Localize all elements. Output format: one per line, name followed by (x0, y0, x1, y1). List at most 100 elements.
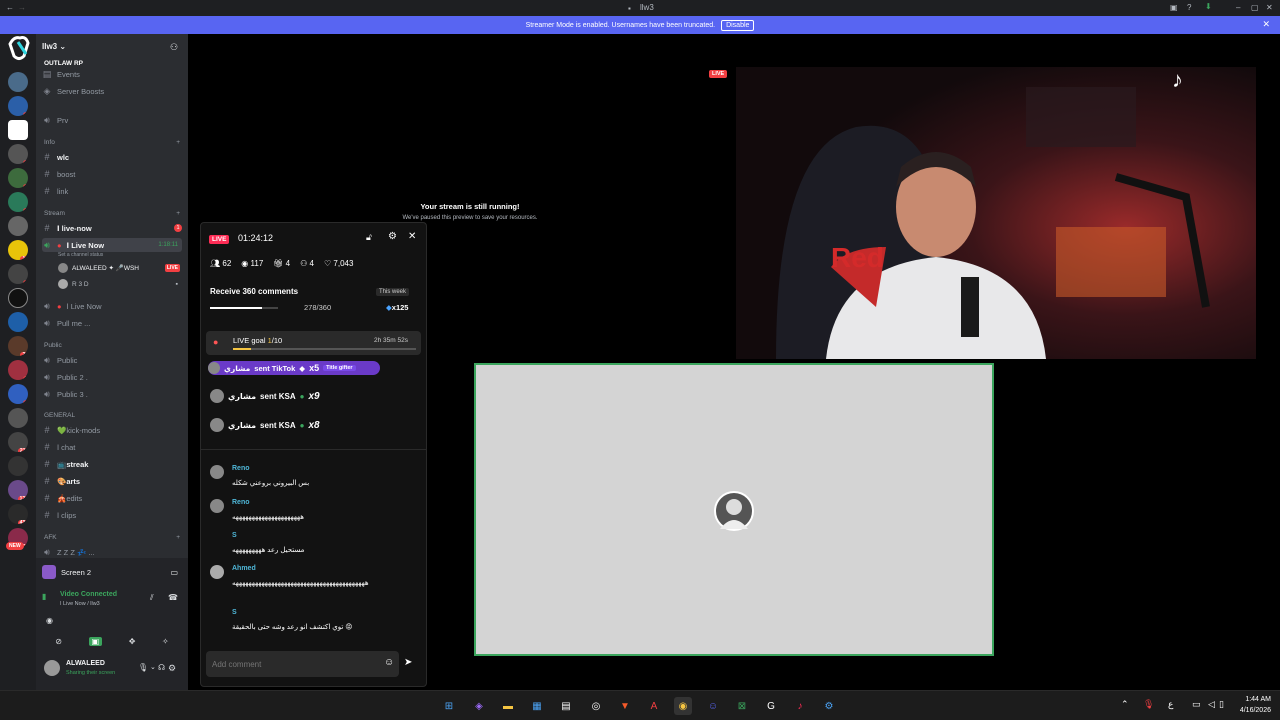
chevron-down-icon[interactable]: ⌄ (150, 663, 156, 671)
server-icon-16[interactable]: 211 (8, 432, 28, 452)
channel-public-3[interactable]: 🔊︎ Public 3 . (42, 387, 182, 401)
settings-icon[interactable]: ⚙ (388, 231, 397, 242)
minimize-button[interactable]: – (1236, 3, 1240, 12)
discord-icon[interactable]: ☺ (704, 697, 722, 715)
tiktok-icon[interactable]: ♪ (791, 697, 809, 715)
network-icon[interactable]: ▭ (1192, 699, 1201, 710)
clock[interactable]: 1:44 AM 4/16/2026 (1231, 694, 1271, 716)
events-item[interactable]: ▤ Events (42, 67, 182, 81)
category-afk[interactable]: AFK + (44, 534, 180, 541)
server-icon-1[interactable] (8, 72, 28, 92)
comment-user[interactable]: Reno (232, 465, 250, 472)
server-boosts-item[interactable]: ◈ Server Boosts (42, 84, 182, 98)
acrobat-icon[interactable]: A (645, 697, 663, 715)
comment-user[interactable]: S (232, 532, 237, 539)
channel-public[interactable]: 🔊︎ Public (42, 353, 182, 367)
comment-input-box[interactable]: ☺ (206, 651, 399, 677)
server-icon-6[interactable]: 3 (8, 192, 28, 212)
brave-icon[interactable]: ▼ (616, 697, 634, 715)
close-icon[interactable]: ✕ (408, 231, 416, 242)
server-logo[interactable] (4, 34, 34, 64)
channel-pull-me[interactable]: 🔊︎ Pull me ... (42, 316, 182, 330)
channel-link[interactable]: # link (42, 184, 182, 198)
channel-zzz[interactable]: 🔊︎ Z Z Z 💤 ... (42, 545, 182, 559)
channel-arts[interactable]: # 🎨arts (42, 474, 182, 488)
send-icon[interactable]: ➤ (404, 657, 412, 668)
download-icon[interactable]: ⬇ (1205, 2, 1212, 11)
voice-user-2[interactable]: R 3 D ▪ (58, 278, 182, 290)
server-icon-18[interactable]: 128 (8, 480, 28, 500)
battery-icon[interactable]: ▯ (1219, 699, 1224, 710)
channel-streak[interactable]: # 📺streak (42, 457, 182, 471)
channel-clips[interactable]: # ا clips (42, 508, 182, 522)
channel-live-now-2[interactable]: 🔊︎ ● ا Live Now (42, 299, 182, 313)
language-icon[interactable]: ع (1168, 699, 1173, 710)
channel-boost[interactable]: # boost (42, 167, 182, 181)
server-icon-5[interactable]: 3 (8, 168, 28, 188)
channel-live-now-text[interactable]: # ا live-now 1 (42, 221, 182, 235)
category-info[interactable]: Info + (44, 139, 180, 146)
comment-user[interactable]: Ahmed (232, 565, 256, 572)
channel-chat[interactable]: # ا chat (42, 440, 182, 454)
voice-user-1[interactable]: ALWALEED ✦ 🎤WSH LIVE (58, 262, 182, 274)
channel-prv[interactable]: 🔊︎ Prv (42, 113, 182, 127)
comment-input[interactable] (212, 656, 372, 672)
server-icon-2[interactable]: 1 (8, 96, 28, 116)
back-icon[interactable]: ← (6, 3, 14, 12)
lock-icon[interactable]: 🔓︎ (366, 232, 372, 243)
close-window-button[interactable]: ✕ (1266, 3, 1273, 12)
screen-share-icon[interactable]: ▭ (170, 568, 178, 577)
server-icon-12[interactable]: 28 (8, 336, 28, 356)
store-icon[interactable]: ▦ (528, 697, 546, 715)
help-icon[interactable]: ? (1187, 3, 1191, 12)
soundboard-icon[interactable]: ✧ (162, 637, 169, 646)
calculator-icon[interactable]: ▤ (557, 697, 575, 715)
invite-people-icon[interactable]: ⚇ (170, 42, 178, 53)
app-icon[interactable]: ◎ (587, 697, 605, 715)
server-icon-13[interactable]: 5 (8, 360, 28, 380)
server-icon-19[interactable]: 436 (8, 504, 28, 524)
maximize-button[interactable]: ▢ (1251, 3, 1259, 12)
xbox-icon[interactable]: ⊠ (733, 697, 751, 715)
gear-icon[interactable]: ⚙ (168, 663, 176, 674)
server-icon-9[interactable]: 4 (8, 264, 28, 284)
channel-kick-mods[interactable]: # 💚kick-mods (42, 423, 182, 437)
camera-off-icon[interactable]: ⊘ (55, 637, 62, 646)
category-general[interactable]: GENERAL (44, 412, 180, 419)
forward-icon[interactable]: → (18, 3, 26, 12)
screen-share-panel[interactable]: Screen 2 ▭ (42, 563, 182, 581)
server-icon-14[interactable]: 1 (8, 384, 28, 404)
live-goal-card[interactable]: ● LIVE goal 1/10 2h 35m 52s (206, 331, 421, 355)
mic-icon[interactable]: 🎙︎ (138, 663, 148, 672)
screen-share-active-icon[interactable]: ▣ (88, 636, 103, 646)
channel-edits[interactable]: # 🎪edits (42, 491, 182, 505)
webcam-feed[interactable]: Red ♪ (736, 67, 1256, 359)
file-explorer-icon[interactable]: ▬ (499, 697, 517, 715)
server-icon-11[interactable] (8, 312, 28, 332)
disconnect-icon[interactable]: ☎ (168, 593, 178, 602)
comment-user[interactable]: S (232, 609, 237, 616)
noise-suppression-icon[interactable]: ⫽ (150, 593, 154, 603)
steam-icon[interactable]: ⚙ (820, 697, 838, 715)
server-icon-4[interactable]: 3 (8, 144, 28, 164)
category-stream[interactable]: Stream + (44, 210, 180, 217)
server-icon-7[interactable] (8, 216, 28, 236)
server-icon-15[interactable] (8, 408, 28, 428)
channel-public-2[interactable]: 🔊︎ Public 2 . (42, 370, 182, 384)
add-channel-icon[interactable]: + (176, 210, 180, 217)
category-public[interactable]: Public (44, 342, 180, 349)
avatar[interactable] (44, 660, 60, 676)
mic-tray-icon[interactable]: 🎙︎ (1143, 699, 1154, 710)
activities-icon[interactable]: ✥ (129, 637, 136, 646)
goal-period[interactable]: This week (376, 288, 410, 296)
channel-wlc[interactable]: # wlc (42, 150, 182, 164)
server-name[interactable]: llw3 ⌄ (42, 42, 66, 51)
server-icon-8[interactable]: 14 (8, 240, 28, 260)
volume-icon[interactable]: ◁ (1208, 699, 1215, 710)
server-icon-3[interactable] (8, 120, 28, 140)
add-channel-icon[interactable]: + (176, 139, 180, 146)
emoji-icon[interactable]: ☺ (384, 657, 394, 668)
channel-live-now-voice[interactable]: 🔊︎ ● ا Live Now 1:18:11 (42, 238, 182, 252)
headphones-icon[interactable]: ☊ (158, 663, 165, 672)
server-icon-17[interactable] (8, 456, 28, 476)
